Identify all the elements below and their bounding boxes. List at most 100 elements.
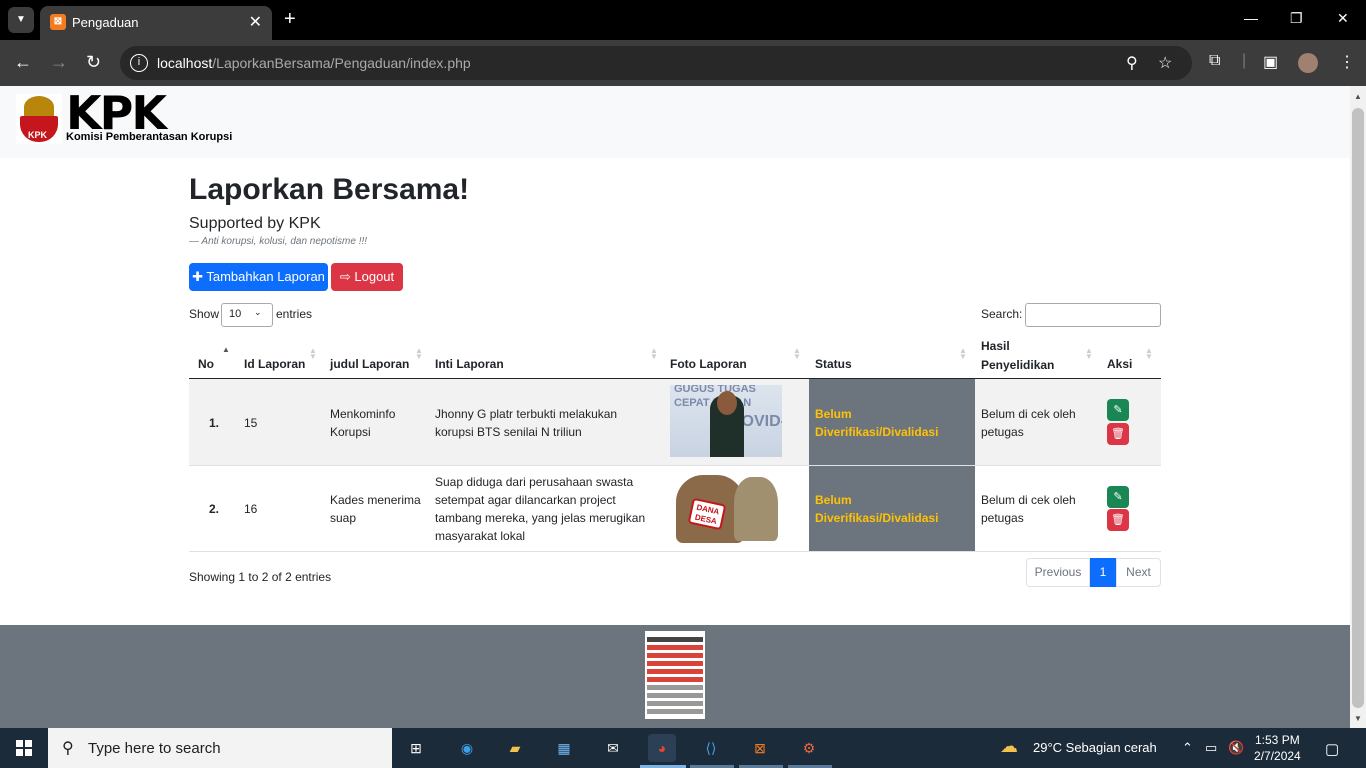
edge-icon[interactable]: ◉	[453, 734, 481, 762]
close-icon[interactable]: ✕	[249, 12, 262, 32]
window-close-icon[interactable]: ✕	[1337, 10, 1349, 27]
report-photo[interactable]: DANA DESA	[670, 473, 782, 545]
page-tagline: — Anti korupsi, kolusi, dan nepotisme !!…	[189, 236, 368, 247]
profile-avatar[interactable]	[1298, 53, 1318, 73]
add-report-button[interactable]: ✚ Tambahkan Laporan	[189, 263, 328, 291]
delete-button[interactable]: 🗑	[1107, 423, 1129, 445]
toolbar-divider: |	[1242, 52, 1247, 69]
pagination-next[interactable]: Next	[1116, 558, 1161, 587]
pagination-previous[interactable]: Previous	[1026, 558, 1090, 587]
extensions-icon[interactable]: ⧉	[1209, 52, 1220, 70]
sort-icon: ▲ ▼	[1085, 346, 1093, 361]
col-header-inti[interactable]: Inti Laporan	[435, 357, 504, 371]
browser-tab[interactable]: ⊠ Pengaduan ✕	[40, 6, 272, 40]
back-icon[interactable]: ←	[14, 52, 32, 73]
sort-icon: ▲ ▼	[415, 346, 423, 361]
tray-overflow-icon[interactable]: ⌃	[1182, 740, 1193, 756]
scroll-up-icon[interactable]: ▲	[1354, 92, 1362, 101]
browser-menu-icon[interactable]: ⋮	[1339, 52, 1355, 72]
row-hasil: Belum di cek oleh petugas	[981, 407, 1076, 439]
file-explorer-icon[interactable]: ▰	[501, 734, 529, 762]
row-judul: Menkominfo Korupsi	[330, 407, 396, 439]
edit-button[interactable]: ✎	[1107, 399, 1129, 421]
weather-text[interactable]: 29°C Sebagian cerah	[1033, 740, 1157, 755]
side-panel-icon[interactable]: ▣	[1263, 52, 1278, 72]
new-tab-button[interactable]: +	[284, 8, 296, 31]
pencil-icon: ✎	[1113, 491, 1123, 503]
status-badge: Belum Diverifikasi/Divalidasi	[815, 407, 939, 439]
git-tool-icon[interactable]: ⚙	[795, 734, 823, 762]
windows-taskbar: ⚲ Type here to search ⊞ ◉ ▰ ▦ ✉ ◕ ⟨⟩ ⊠ ⚙…	[0, 728, 1366, 768]
volume-muted-icon[interactable]: 🔇	[1228, 740, 1244, 756]
col-header-foto[interactable]: Foto Laporan	[670, 357, 747, 371]
delete-button[interactable]: 🗑	[1107, 509, 1129, 531]
vscode-icon[interactable]: ⟨⟩	[697, 734, 725, 762]
trash-icon: 🗑	[1111, 514, 1125, 526]
scroll-down-icon[interactable]: ▼	[1354, 714, 1362, 723]
search-icon: ⚲	[62, 740, 74, 757]
row-number: 1.	[209, 416, 220, 430]
status-badge: Belum Diverifikasi/Divalidasi	[815, 493, 939, 525]
bookmark-star-icon[interactable]: ☆	[1158, 53, 1172, 73]
page-lead: Supported by KPK	[189, 215, 321, 232]
sort-icon: ▲ ▼	[959, 346, 967, 361]
kpk-emblem-icon: KPK	[16, 94, 62, 144]
report-photo[interactable]: GUGUS TUGAS CEPAT PENAN COVID-19	[670, 385, 782, 457]
xampp-taskbar-icon[interactable]: ⊠	[746, 734, 774, 762]
entries-label: entries	[276, 307, 313, 321]
search-label: Search:	[981, 307, 1023, 321]
taskbar-clock[interactable]: 1:53 PM 2/7/2024	[1254, 732, 1301, 764]
scroll-thumb[interactable]	[1352, 108, 1364, 708]
taskbar-search[interactable]: ⚲ Type here to search	[48, 728, 392, 768]
logout-button[interactable]: ⇨ Logout	[331, 263, 403, 291]
col-header-hasil[interactable]: Hasil Penyelidikan	[981, 339, 1054, 378]
col-header-aksi[interactable]: Aksi	[1107, 357, 1132, 371]
site-logo[interactable]: KPK	[66, 90, 167, 136]
table-info: Showing 1 to 2 of 2 entries	[189, 570, 332, 584]
weather-icon[interactable]: ☁	[1000, 736, 1018, 757]
site-header: KPK KPK Komisi Pemberantasan Korupsi	[0, 86, 1350, 158]
search-input[interactable]	[1025, 303, 1161, 327]
reload-icon[interactable]: ↻	[86, 52, 101, 73]
network-icon[interactable]: ▭	[1205, 740, 1217, 756]
site-info-icon[interactable]: i	[130, 54, 148, 72]
sign-out-icon: ⇨	[339, 269, 355, 284]
tab-search-button[interactable]: ▼	[8, 7, 34, 33]
notifications-icon[interactable]: ▢	[1325, 740, 1339, 758]
sort-icon: ▲ ▼	[309, 346, 317, 361]
col-header-no[interactable]: No	[198, 357, 214, 371]
xampp-icon: ⊠	[50, 14, 66, 30]
tab-title: Pengaduan	[72, 15, 139, 30]
col-header-status[interactable]: Status	[815, 357, 852, 371]
site-footer	[0, 625, 1350, 728]
row-inti: Suap diduga dari perusahaan swasta setemp…	[435, 475, 646, 543]
sort-icon: ▲ ▼	[793, 346, 801, 361]
windows-start-icon[interactable]	[16, 740, 32, 756]
logo-subtitle: Komisi Pemberantasan Korupsi	[66, 131, 233, 143]
mail-icon[interactable]: ✉	[599, 734, 627, 762]
store-icon[interactable]: ▦	[550, 734, 578, 762]
minimize-icon[interactable]: —	[1244, 10, 1258, 26]
chrome-icon[interactable]: ◕	[648, 734, 676, 762]
col-header-judul[interactable]: judul Laporan	[330, 357, 409, 371]
address-bar[interactable]: i localhost/LaporkanBersama/Pengaduan/in…	[120, 46, 1192, 80]
sort-icon: ▲ ▼	[1145, 346, 1153, 361]
task-view-icon[interactable]: ⊞	[402, 734, 430, 762]
col-header-id[interactable]: Id Laporan	[244, 357, 305, 371]
zoom-icon[interactable]: ⚲	[1126, 53, 1138, 73]
kpk-building-image	[645, 631, 705, 719]
pagination-page-1[interactable]: 1	[1090, 558, 1116, 587]
row-inti: Jhonny G platr terbukti melakukan korupsi…	[435, 407, 618, 439]
sort-asc-icon: ▲	[222, 345, 230, 354]
page-title: Laporkan Bersama!	[189, 173, 470, 206]
forward-icon[interactable]: →	[50, 52, 68, 73]
entries-length-select[interactable]: 10 ⌄	[221, 303, 273, 327]
browser-toolbar: ← → ↻ i localhost/LaporkanBersama/Pengad…	[0, 40, 1366, 86]
url-text: localhost/LaporkanBersama/Pengaduan/inde…	[157, 55, 471, 71]
sort-icon: ▲ ▼	[650, 346, 658, 361]
page-scrollbar[interactable]: ▲ ▼	[1350, 86, 1366, 728]
row-hasil: Belum di cek oleh petugas	[981, 493, 1076, 525]
row-number: 2.	[209, 502, 220, 516]
edit-button[interactable]: ✎	[1107, 486, 1129, 508]
restore-icon[interactable]: ❐	[1290, 10, 1303, 27]
